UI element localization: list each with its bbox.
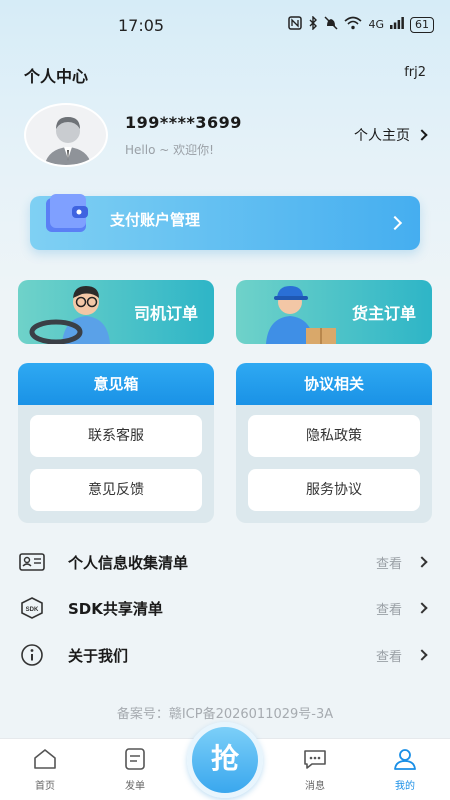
service-agreement-button[interactable]: 服务协议 [248, 469, 420, 511]
tab-label: 消息 [305, 781, 325, 792]
list-item-label: SDK共享清单 [68, 599, 163, 618]
driver-orders-label: 司机订单 [133, 304, 198, 323]
post-order-icon [125, 748, 145, 770]
info-icon [18, 641, 46, 669]
chevron-right-icon [416, 556, 428, 568]
mute-bell-icon [324, 16, 338, 33]
feedback-panel: 意见箱 联系客服 意见反馈 [18, 363, 214, 523]
list-item[interactable]: 个人信息收集清单 查看 [18, 542, 432, 582]
agreement-panel-title: 协议相关 [236, 363, 432, 405]
user-phone: 199****3699 [125, 113, 242, 132]
icp-record: 备案号：赣ICP备2026011029号-3A [116, 707, 334, 722]
shipper-orders-label: 货主订单 [351, 304, 416, 323]
status-time: 17:05 [118, 16, 165, 35]
header-username: frj2 [404, 65, 426, 80]
bluetooth-icon [308, 15, 318, 33]
feedback-button[interactable]: 意见反馈 [30, 469, 202, 511]
chevron-right-icon [387, 215, 403, 231]
user-profile-icon [394, 749, 416, 770]
feedback-panel-title: 意见箱 [18, 363, 214, 405]
profile-home-link[interactable]: 个人主页 [354, 125, 428, 145]
tab-label: 发单 [125, 781, 145, 792]
wallet-icon [46, 194, 88, 232]
greeting-text: Hello ~ 欢迎你! [125, 143, 214, 157]
shipper-illustration-icon [266, 286, 336, 344]
page-title: 个人中心 [24, 67, 89, 86]
tab-label: 首页 [35, 781, 55, 792]
tab-home[interactable]: 首页 [15, 747, 75, 792]
tab-label: 我的 [395, 781, 415, 792]
list-item[interactable]: SDK SDK共享清单 查看 [18, 588, 432, 628]
avatar[interactable] [24, 103, 108, 167]
tab-messages[interactable]: 消息 [285, 747, 345, 792]
chevron-right-icon [416, 602, 428, 614]
sdk-box-icon: SDK [18, 594, 46, 622]
shipper-orders-button[interactable]: 货主订单 [236, 280, 432, 344]
svg-text:SDK: SDK [26, 607, 39, 613]
payment-account-label: 支付账户管理 [110, 211, 201, 229]
list-item-action: 查看 [375, 602, 402, 618]
contact-support-button[interactable]: 联系客服 [30, 415, 202, 457]
chevron-right-icon [416, 129, 428, 141]
list-item-label: 个人信息收集清单 [68, 553, 189, 572]
profile-home-label: 个人主页 [354, 128, 410, 144]
tab-mine[interactable]: 我的 [375, 747, 435, 792]
wifi-icon [344, 16, 362, 33]
signal-icon [390, 17, 404, 32]
driver-orders-button[interactable]: 司机订单 [18, 280, 214, 344]
chevron-right-icon [416, 649, 428, 661]
privacy-policy-button[interactable]: 隐私政策 [248, 415, 420, 457]
status-bar: 17:05 4G 61 [0, 0, 450, 52]
grab-order-button[interactable]: 抢 [187, 722, 263, 798]
battery-level: 61 [410, 16, 434, 33]
driver-illustration-icon [29, 286, 110, 344]
id-card-icon [18, 548, 46, 576]
status-icons: 4G 61 [288, 15, 434, 33]
nfc-icon [288, 16, 303, 33]
list-item-action: 查看 [375, 649, 402, 665]
message-icon [304, 750, 326, 769]
list-item[interactable]: 关于我们 查看 [18, 635, 432, 675]
tab-post-order[interactable]: 发单 [105, 747, 165, 792]
home-icon [34, 749, 56, 769]
agreement-panel: 协议相关 隐私政策 服务协议 [236, 363, 432, 523]
list-item-label: 关于我们 [68, 646, 129, 665]
network-type: 4G [368, 18, 384, 31]
list-item-action: 查看 [375, 556, 402, 572]
payment-account-card[interactable]: 支付账户管理 [30, 194, 420, 250]
